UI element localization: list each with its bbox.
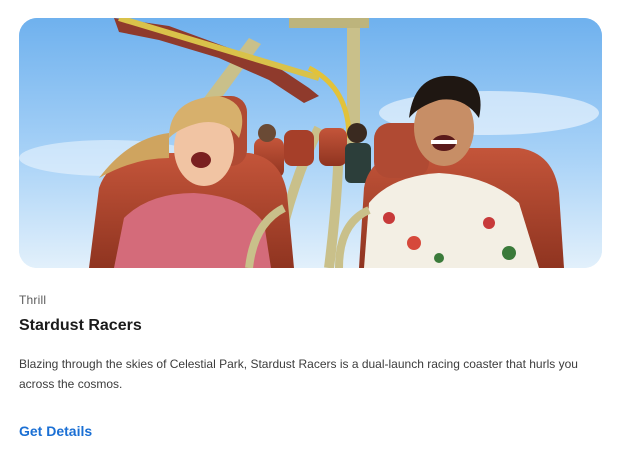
attraction-card: Thrill Stardust Racers Blazing through t… <box>0 0 617 460</box>
get-details-link[interactable]: Get Details <box>19 423 92 439</box>
hero-illustration <box>19 18 602 268</box>
attraction-title: Stardust Racers <box>19 317 142 334</box>
hero-image[interactable] <box>19 18 602 268</box>
attraction-category: Thrill <box>19 293 47 307</box>
attraction-description: Blazing through the skies of Celestial P… <box>19 357 578 391</box>
